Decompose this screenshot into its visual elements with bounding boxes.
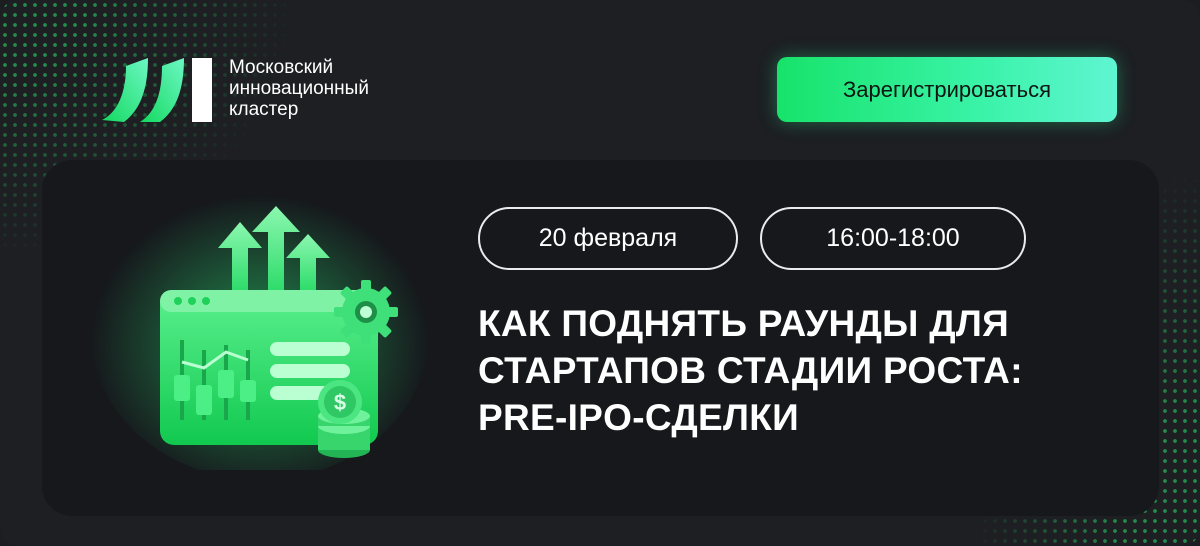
growth-dashboard-icon: $ (90, 180, 430, 470)
event-title-line-2: СТАРТАПОВ СТАДИИ РОСТА: (478, 350, 1023, 391)
event-title-line-3: PRE-IPO-СДЕЛКИ (478, 397, 800, 438)
event-banner: Московский инновационный кластер Зарегис… (0, 0, 1200, 546)
date-badge: 20 февраля (478, 207, 738, 270)
register-button[interactable]: Зарегистрироваться (777, 57, 1117, 122)
time-badge: 16:00-18:00 (760, 207, 1026, 270)
gear-icon (334, 280, 398, 344)
event-meta: 20 февраля 16:00-18:00 (478, 207, 1026, 270)
dollar-sign-icon: $ (334, 390, 346, 415)
logo-line-1: Московский (229, 56, 334, 78)
logo-line-3: кластер (229, 98, 299, 120)
logo-text: Московский инновационный кластер (229, 57, 369, 120)
logo[interactable]: Московский инновационный кластер (100, 52, 369, 124)
logo-line-2: инновационный (229, 77, 369, 99)
event-title-line-1: КАК ПОДНЯТЬ РАУНДЫ ДЛЯ (478, 303, 1010, 344)
event-title: КАК ПОДНЯТЬ РАУНДЫ ДЛЯ СТАРТАПОВ СТАДИИ … (478, 300, 1098, 441)
moscow-innovation-cluster-logo-icon (102, 58, 212, 122)
